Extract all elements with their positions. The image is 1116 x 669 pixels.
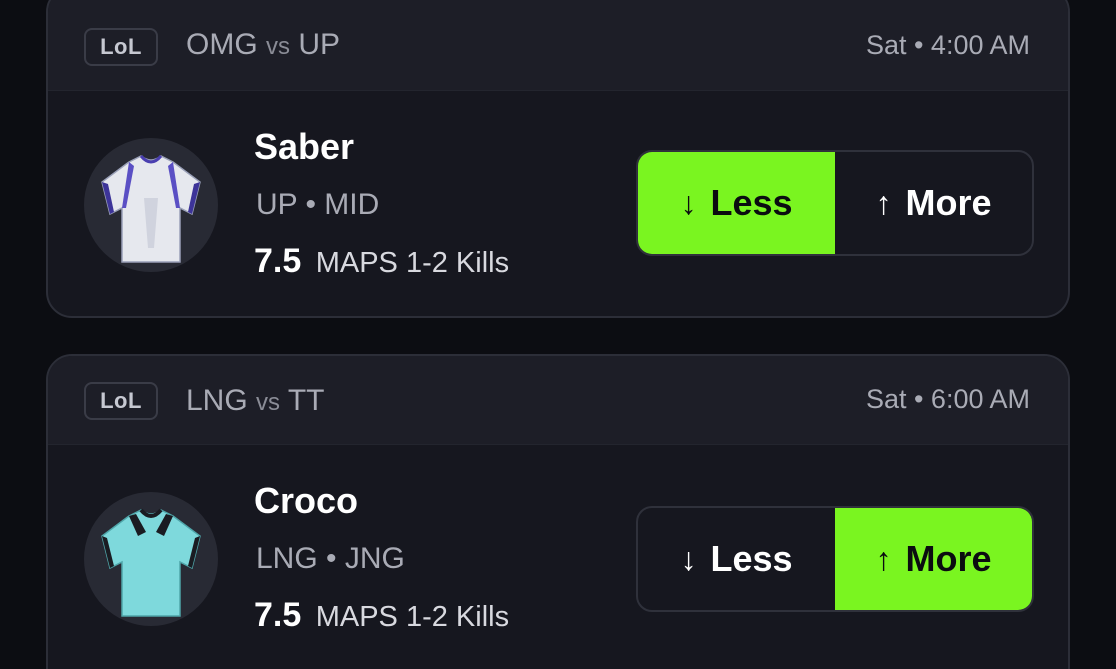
vs-label: vs (266, 33, 291, 60)
line-value: 7.5 (254, 242, 302, 280)
arrow-up-icon: ↑ (875, 540, 892, 577)
matchup: LNG vs TT (186, 384, 324, 418)
player-team-position: LNG • JNG (256, 542, 405, 575)
stat-label: MAPS 1-2 Kills (315, 601, 510, 633)
player-team-position: UP • MID (256, 188, 380, 221)
card-header: LoL OMG vs UP Sat • 4:00 AM (48, 0, 1068, 91)
pick-toggle: ↓ Less ↑ More (636, 506, 1034, 612)
player-name: Croco (254, 480, 359, 521)
player-name: Saber (254, 126, 355, 167)
league-badge: LoL (84, 382, 158, 420)
line-value: 7.5 (254, 596, 302, 634)
page: LoL OMG vs UP Sat • 4:00 AM Saber UP • M… (0, 0, 1116, 669)
team-2: UP (298, 28, 341, 61)
arrow-up-icon: ↑ (875, 184, 892, 221)
card-header: LoL LNG vs TT Sat • 6:00 AM (48, 356, 1068, 445)
player-avatar (84, 138, 218, 272)
pick-toggle: ↓ Less ↑ More (636, 150, 1034, 256)
arrow-down-icon: ↓ (680, 540, 697, 577)
prop-line: 7.5 MAPS 1-2 Kills (254, 242, 509, 281)
less-button[interactable]: ↓ Less (638, 508, 835, 610)
less-label: Less (710, 538, 793, 579)
jersey-icon (101, 508, 201, 617)
jersey-icon (101, 154, 201, 263)
matchup: OMG vs UP (186, 28, 340, 62)
player-avatar (84, 492, 218, 626)
stat-label: MAPS 1-2 Kills (315, 247, 510, 279)
league-badge: LoL (84, 28, 158, 66)
more-label: More (905, 538, 992, 579)
prop-card[interactable]: LoL OMG vs UP Sat • 4:00 AM Saber UP • M… (46, 0, 1070, 318)
less-button[interactable]: ↓ Less (638, 152, 835, 254)
vs-label: vs (256, 389, 281, 416)
prop-card[interactable]: LoL LNG vs TT Sat • 6:00 AM Croco LNG • … (46, 354, 1070, 669)
arrow-down-icon: ↓ (680, 184, 697, 221)
team-1: OMG (186, 28, 258, 61)
team-1: LNG (186, 384, 248, 417)
prop-line: 7.5 MAPS 1-2 Kills (254, 596, 509, 635)
game-time: Sat • 6:00 AM (865, 384, 1030, 414)
more-button[interactable]: ↑ More (835, 152, 1032, 254)
less-label: Less (710, 182, 793, 223)
more-label: More (905, 182, 992, 223)
team-2: TT (287, 384, 325, 417)
more-button[interactable]: ↑ More (835, 508, 1032, 610)
game-time: Sat • 4:00 AM (865, 30, 1030, 60)
